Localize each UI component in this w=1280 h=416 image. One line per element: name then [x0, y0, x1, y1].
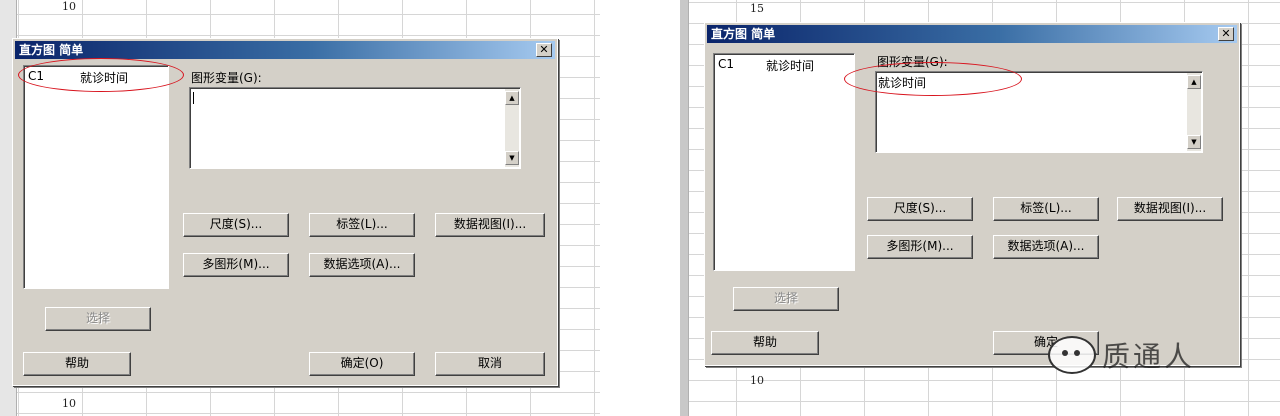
- histogram-dialog: 直方图 简单 ✕ C1 就诊时间 图形变量(G): ▲ ▼ 尺度(S)... 标…: [12, 38, 558, 386]
- text-caret: [193, 92, 194, 104]
- data-view-button[interactable]: 数据视图(I)...: [435, 213, 545, 237]
- column-list-box[interactable]: C1 就诊时间: [713, 53, 855, 271]
- scroll-down-arrow-icon[interactable]: ▼: [505, 151, 519, 165]
- graph-variables-label: 图形变量(G):: [877, 55, 948, 69]
- close-icon[interactable]: ✕: [536, 43, 552, 57]
- help-button[interactable]: 帮助: [23, 352, 131, 376]
- labels-button[interactable]: 标签(L)...: [309, 213, 415, 237]
- scale-button[interactable]: 尺度(S)...: [867, 197, 973, 221]
- column-id: C1: [28, 69, 45, 83]
- dialog-title-bar: 直方图 简单 ✕: [15, 41, 555, 59]
- watermark-text: 质通人: [1102, 340, 1196, 373]
- histogram-dialog: 直方图 简单 ✕ C1 就诊时间 图形变量(G): 就诊时间 ▲ ▼ 尺度(S)…: [704, 22, 1240, 366]
- row-number-top: 10: [62, 0, 76, 13]
- ok-button[interactable]: 确定(O): [309, 352, 415, 376]
- row-header-strip: [680, 0, 689, 416]
- graph-variables-value: 就诊时间: [878, 76, 927, 90]
- row-number-bottom: 10: [750, 374, 764, 387]
- dialog-title: 直方图 简单: [711, 27, 776, 41]
- cancel-button[interactable]: 取消: [435, 352, 545, 376]
- multiple-graphs-button[interactable]: 多图形(M)...: [867, 235, 973, 259]
- row-number-bottom: 10: [62, 397, 76, 410]
- select-button[interactable]: 选择: [733, 287, 839, 311]
- labels-button[interactable]: 标签(L)...: [993, 197, 1099, 221]
- graph-variables-input[interactable]: ▲ ▼: [189, 87, 521, 169]
- dialog-title: 直方图 简单: [19, 43, 84, 57]
- left-screenshot: 10 10 直方图 简单 ✕ C1 就诊时间 图形变量(G): ▲ ▼ 尺度(S…: [0, 0, 600, 416]
- column-name: 就诊时间: [80, 71, 129, 85]
- graph-variables-input[interactable]: 就诊时间 ▲ ▼: [875, 71, 1203, 153]
- row-number-top: 15: [750, 2, 764, 15]
- chat-bubble-icon: [1048, 336, 1096, 374]
- dialog-title-bar: 直方图 简单 ✕: [707, 25, 1237, 43]
- multiple-graphs-button[interactable]: 多图形(M)...: [183, 253, 289, 277]
- scale-button[interactable]: 尺度(S)...: [183, 213, 289, 237]
- data-options-button[interactable]: 数据选项(A)...: [309, 253, 415, 277]
- close-icon[interactable]: ✕: [1218, 27, 1234, 41]
- help-button[interactable]: 帮助: [711, 331, 819, 355]
- watermark: 质通人: [1048, 332, 1195, 378]
- data-view-button[interactable]: 数据视图(I)...: [1117, 197, 1223, 221]
- column-name: 就诊时间: [766, 59, 815, 73]
- data-options-button[interactable]: 数据选项(A)...: [993, 235, 1099, 259]
- column-id: C1: [718, 57, 735, 71]
- column-list-box[interactable]: C1 就诊时间: [23, 65, 169, 289]
- vertical-scrollbar[interactable]: ▲ ▼: [505, 89, 519, 167]
- scroll-up-arrow-icon[interactable]: ▲: [505, 91, 519, 105]
- graph-variables-label: 图形变量(G):: [191, 71, 262, 85]
- vertical-scrollbar[interactable]: ▲ ▼: [1187, 73, 1201, 151]
- scroll-down-arrow-icon[interactable]: ▼: [1187, 135, 1201, 149]
- select-button[interactable]: 选择: [45, 307, 151, 331]
- scroll-up-arrow-icon[interactable]: ▲: [1187, 75, 1201, 89]
